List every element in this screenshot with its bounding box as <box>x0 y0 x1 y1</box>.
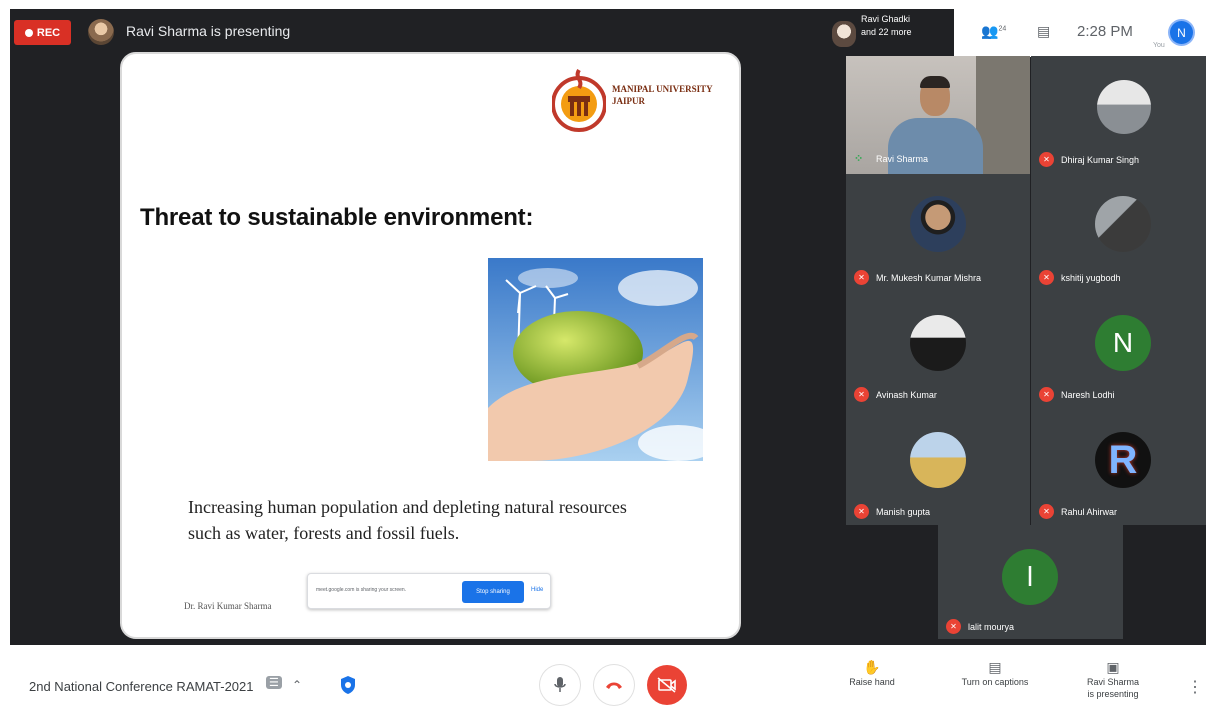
mic-off-icon: ✕ <box>854 504 869 519</box>
participant-tile-ravi-sharma[interactable]: ⁘ Ravi Sharma <box>846 56 1030 174</box>
mic-off-icon: ✕ <box>1039 270 1054 285</box>
participant-name: lalit mourya <box>968 622 1015 632</box>
university-name-line2: JAIPUR <box>612 96 645 106</box>
user-avatar[interactable]: N <box>1170 21 1193 44</box>
record-dot-icon <box>24 28 33 37</box>
participants-icon[interactable]: 👥24 <box>981 23 1006 40</box>
recording-badge: REC <box>14 20 71 45</box>
meeting-controls-bar: 2nd National Conference RAMAT-2021 ☰ ⌃ ✋… <box>0 645 1206 726</box>
more-options-icon[interactable]: ⋮ <box>1187 677 1203 697</box>
present-status-button[interactable]: ▣ Ravi Sharma is presenting <box>1074 659 1152 700</box>
participants-count: 24 <box>998 25 1007 33</box>
speaking-indicator-icon: ⁘ <box>854 153 864 165</box>
participant-tile[interactable]: N ✕ Naresh Lodhi <box>1031 291 1206 408</box>
rec-label: REC <box>36 26 61 39</box>
participant-name: Dhiraj Kumar Singh <box>1061 155 1140 165</box>
others-name: Ravi Ghadki <box>861 14 911 24</box>
participant-name: Mr. Mukesh Kumar Mishra <box>876 273 982 283</box>
clock-time: 2:28 PM <box>1077 23 1133 40</box>
microphone-icon <box>554 677 566 692</box>
mic-off-icon: ✕ <box>1039 152 1054 167</box>
participant-avatar-initial: l <box>1002 549 1058 605</box>
hide-share-bar-button[interactable]: Hide <box>531 587 543 593</box>
participant-photo <box>1095 196 1151 252</box>
participant-tile[interactable]: R ✕ Rahul Ahirwar <box>1031 408 1206 525</box>
participant-tile[interactable]: ✕ Avinash Kumar <box>846 291 1030 408</box>
microphone-button[interactable] <box>540 665 580 705</box>
meeting-title[interactable]: 2nd National Conference RAMAT-2021 <box>29 679 254 694</box>
top-right-toolbar: 👥24 ▤ 2:28 PM You N <box>954 9 1206 57</box>
presenter-avatar <box>88 19 114 45</box>
participant-photo <box>910 196 966 252</box>
participant-photo <box>1097 80 1151 134</box>
screen-share-bar: meet.google.com is sharing your screen. … <box>307 573 551 609</box>
participant-avatar-initial: N <box>1095 315 1151 371</box>
you-label: You <box>1153 42 1165 49</box>
participant-name: kshitij yugbodh <box>1061 273 1121 283</box>
mic-off-icon: ✕ <box>1039 387 1054 402</box>
slide-title: Threat to sustainable environment: <box>140 204 534 231</box>
slide-body-line2: such as water, forests and fossil fuels. <box>188 523 460 543</box>
mic-off-icon: ✕ <box>946 619 961 634</box>
participant-photo <box>910 432 966 488</box>
university-name: MANIPAL UNIVERSITY JAIPUR <box>612 83 713 107</box>
camera-off-button[interactable] <box>647 665 687 705</box>
mic-off-icon: ✕ <box>1039 504 1054 519</box>
meeting-stage: REC Ravi Sharma is presenting Ravi Ghadk… <box>10 9 1206 645</box>
captions-button[interactable]: ▤ Turn on captions <box>952 659 1038 688</box>
video-person-body <box>888 118 983 174</box>
chat-icon[interactable]: ▤ <box>1037 23 1050 40</box>
university-logo <box>552 68 606 132</box>
camera-off-icon <box>657 677 676 693</box>
participant-photo <box>910 315 966 371</box>
participant-name: Avinash Kumar <box>876 390 937 400</box>
presenting-line2: is presenting <box>1087 689 1139 699</box>
others-indicator[interactable]: Ravi Ghadki and 22 more <box>861 13 912 39</box>
present-screen-icon: ▣ <box>1106 659 1120 675</box>
presenting-label: Ravi Sharma is presenting <box>126 23 291 39</box>
slide-body-line1: Increasing human population and depletin… <box>188 497 627 517</box>
participant-name: Naresh Lodhi <box>1061 390 1115 400</box>
raise-hand-button[interactable]: ✋ Raise hand <box>846 659 898 688</box>
university-name-line1: MANIPAL UNIVERSITY <box>612 84 713 94</box>
stop-sharing-button[interactable]: Stop sharing <box>462 581 524 603</box>
hand-icon: ✋ <box>863 659 881 675</box>
presenting-line1: Ravi Sharma <box>1086 677 1140 687</box>
mic-off-icon: ✕ <box>854 387 869 402</box>
mic-off-icon: ✕ <box>854 270 869 285</box>
hang-up-icon <box>606 682 622 689</box>
slide-body-text: Increasing human population and depletin… <box>188 494 728 546</box>
participant-tile[interactable]: ✕ Manish gupta <box>846 408 1030 525</box>
captions-icon: ▤ <box>988 659 1002 675</box>
participant-tile[interactable]: l ✕ lalit mourya <box>938 525 1123 639</box>
participant-name: Ravi Sharma <box>876 154 929 164</box>
slide-footer: Dr. Ravi Kumar Sharma <box>184 601 272 611</box>
video-background <box>976 56 1030 174</box>
others-avatar <box>832 21 856 47</box>
participant-tile[interactable]: ✕ kshitij yugbodh <box>1031 174 1206 291</box>
leave-call-button[interactable] <box>594 665 634 705</box>
share-notice-text: meet.google.com is sharing your screen. <box>316 587 407 593</box>
sustainability-image <box>488 258 703 461</box>
video-person-hair <box>920 76 950 88</box>
captions-label: Turn on captions <box>961 677 1029 687</box>
participant-name: Rahul Ahirwar <box>1061 507 1118 517</box>
participant-tile[interactable]: ✕ Dhiraj Kumar Singh <box>1031 56 1206 174</box>
chevron-up-icon[interactable]: ⌃ <box>292 678 302 692</box>
participant-avatar-initial: R <box>1095 432 1151 488</box>
meeting-details-icon[interactable]: ☰ <box>266 676 282 689</box>
presentation-slide: MANIPAL UNIVERSITY JAIPUR Threat to sust… <box>120 52 741 639</box>
shield-icon[interactable] <box>340 675 356 695</box>
participant-tile[interactable]: ✕ Mr. Mukesh Kumar Mishra <box>846 174 1030 291</box>
others-count: and 22 more <box>861 27 912 37</box>
participant-name: Manish gupta <box>876 507 931 517</box>
raise-hand-label: Raise hand <box>849 677 895 687</box>
